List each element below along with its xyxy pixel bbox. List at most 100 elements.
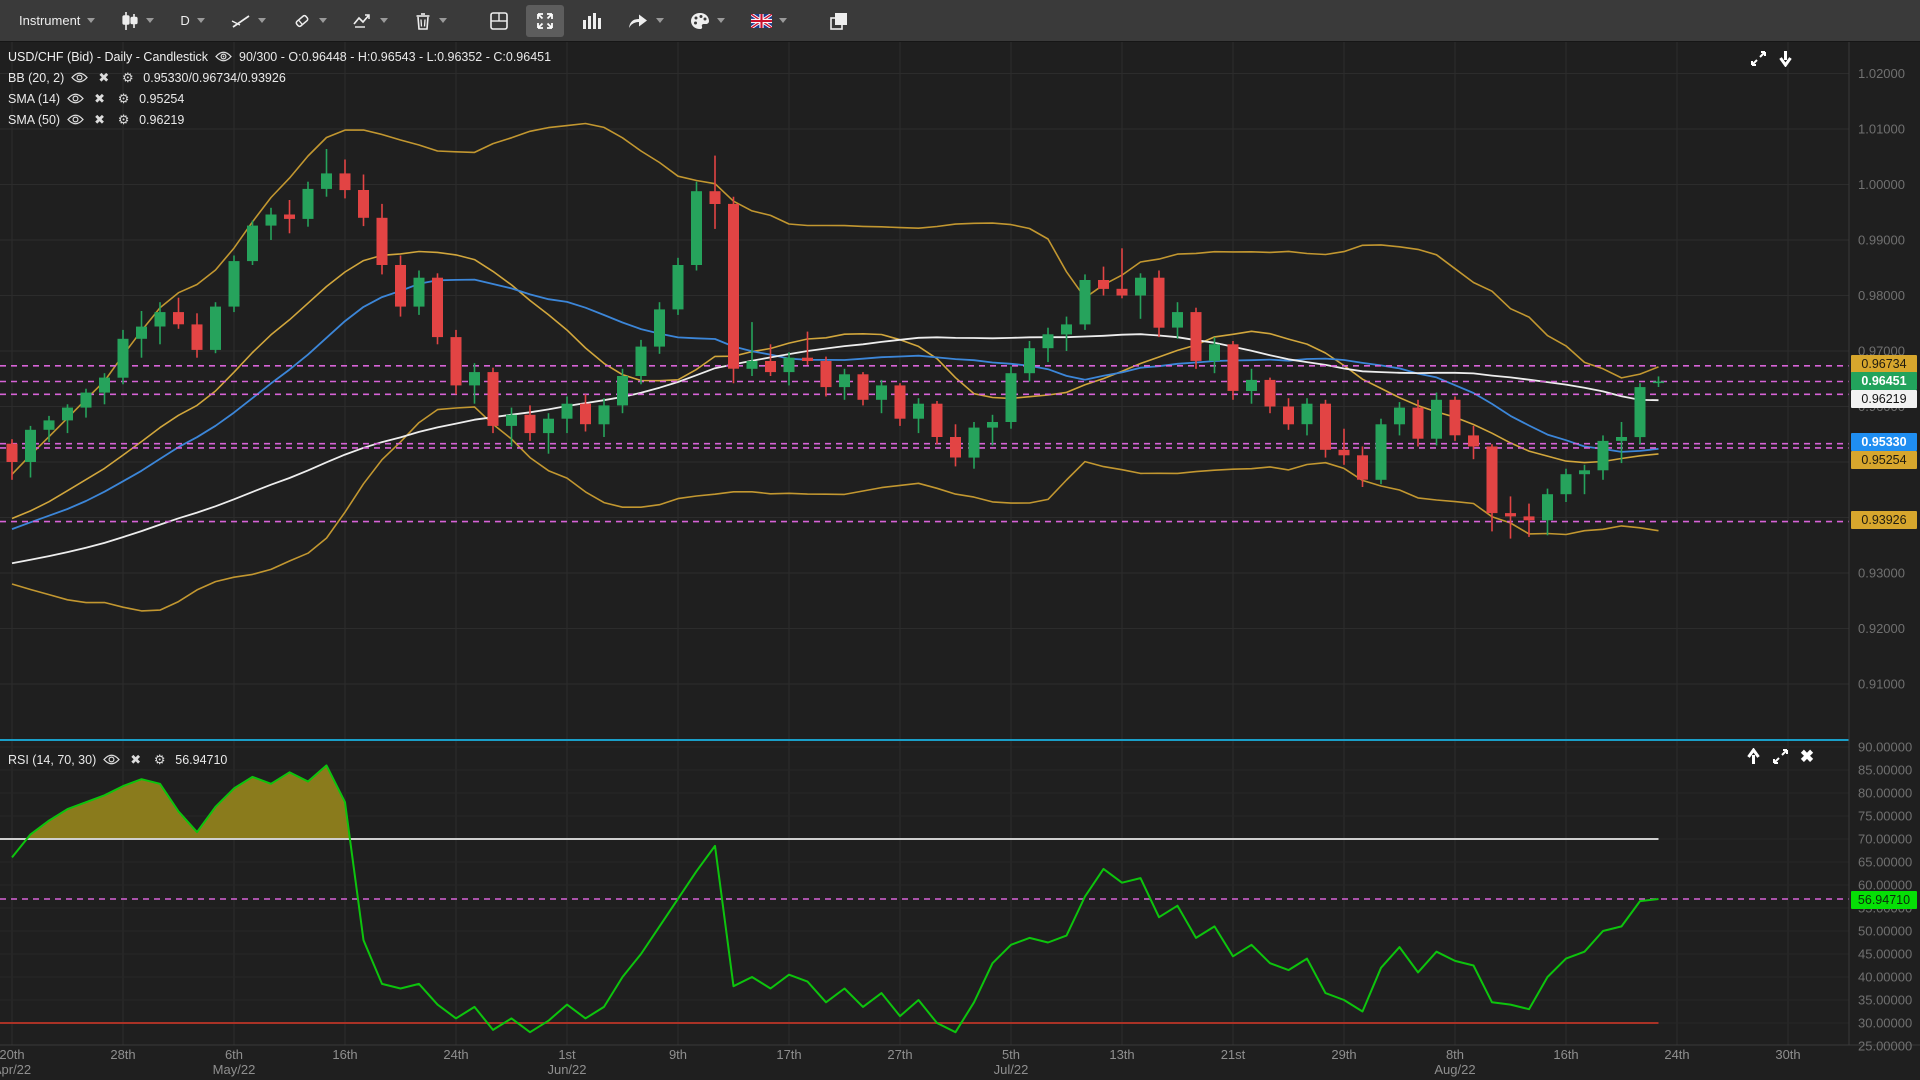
candle-body bbox=[1468, 435, 1479, 446]
eye-icon[interactable] bbox=[103, 753, 120, 767]
volume-bars-button[interactable] bbox=[572, 5, 610, 37]
indicator-row-rsi: RSI (14, 70, 30) ✖ ⚙ 56.94710 bbox=[8, 749, 227, 770]
expand-pane-icon[interactable] bbox=[1771, 748, 1789, 764]
drawing-tools-button[interactable] bbox=[283, 5, 336, 37]
candle-body bbox=[469, 372, 480, 385]
candle-body bbox=[876, 385, 887, 399]
candle-body bbox=[1524, 516, 1535, 520]
trash-icon bbox=[414, 11, 432, 31]
timeframe-button[interactable]: D bbox=[171, 5, 213, 37]
candle-body bbox=[321, 173, 332, 189]
candle-body bbox=[1246, 380, 1257, 391]
axis-label: 1.00000 bbox=[1858, 177, 1905, 192]
candle-body bbox=[1302, 404, 1313, 425]
current-price-tag: 0.96451 bbox=[1851, 372, 1917, 390]
move-pane-up-icon[interactable] bbox=[1744, 748, 1762, 764]
indicator-name: RSI (14, 70, 30) bbox=[8, 753, 96, 767]
expand-pane-icon[interactable] bbox=[1749, 50, 1767, 66]
axis-label: 16th bbox=[332, 1047, 357, 1062]
language-button[interactable] bbox=[742, 5, 796, 37]
candle-body bbox=[1265, 380, 1276, 407]
remove-indicator-icon[interactable]: ✖ bbox=[95, 71, 112, 85]
indicator-value: 56.94710 bbox=[175, 753, 227, 767]
candle-body bbox=[1450, 400, 1461, 436]
axis-label: 5th bbox=[1002, 1047, 1020, 1062]
candle-body bbox=[1487, 447, 1498, 514]
axis-label: 6th bbox=[225, 1047, 243, 1062]
axis-label: 80.00000 bbox=[1858, 786, 1912, 801]
candle-body bbox=[1653, 382, 1664, 384]
gear-icon[interactable]: ⚙ bbox=[151, 753, 168, 767]
eye-icon[interactable] bbox=[215, 50, 232, 64]
candle-body bbox=[858, 374, 869, 400]
candle-body bbox=[1080, 280, 1091, 324]
candle-body bbox=[1357, 455, 1368, 479]
gear-icon[interactable]: ⚙ bbox=[119, 71, 136, 85]
eye-icon[interactable] bbox=[67, 113, 84, 127]
close-pane-icon[interactable]: ✖ bbox=[1798, 748, 1816, 764]
axis-label: 70.00000 bbox=[1858, 832, 1912, 847]
price-chart-svg[interactable]: 1.020001.010001.000000.990000.980000.970… bbox=[0, 42, 1920, 1080]
trendline-icon bbox=[231, 12, 251, 30]
color-theme-button[interactable] bbox=[681, 5, 734, 37]
gear-icon[interactable]: ⚙ bbox=[115, 113, 132, 127]
axis-label: 16th bbox=[1553, 1047, 1578, 1062]
layout-grid-icon bbox=[489, 11, 509, 31]
axis-label: 24th bbox=[1664, 1047, 1689, 1062]
chart-area[interactable]: 1.020001.010001.000000.990000.980000.970… bbox=[0, 42, 1920, 1080]
toolbar: Instrument D bbox=[0, 0, 1920, 42]
candle-body bbox=[358, 190, 369, 218]
remove-indicator-icon[interactable]: ✖ bbox=[127, 753, 144, 767]
candle-body bbox=[229, 261, 240, 307]
candle-body bbox=[821, 361, 832, 387]
candle-body bbox=[192, 324, 203, 350]
instrument-selector[interactable]: Instrument bbox=[10, 5, 104, 37]
candle-body bbox=[1394, 408, 1405, 425]
candle-body bbox=[1320, 404, 1331, 450]
chart-type-button[interactable] bbox=[112, 5, 163, 37]
candle-body bbox=[303, 189, 314, 219]
axis-label: 30.00000 bbox=[1858, 1016, 1912, 1031]
candle-body bbox=[99, 378, 110, 393]
chevron-down-icon bbox=[197, 18, 205, 23]
axis-label: 24th bbox=[443, 1047, 468, 1062]
share-button[interactable] bbox=[618, 5, 673, 37]
candle-body bbox=[1191, 312, 1202, 361]
candle-body bbox=[691, 191, 702, 265]
chart-layout-button[interactable] bbox=[480, 5, 518, 37]
candle-body bbox=[562, 404, 573, 419]
candle-body bbox=[839, 374, 850, 387]
indicator-name: SMA (50) bbox=[8, 113, 60, 127]
eye-icon[interactable] bbox=[71, 71, 88, 85]
axis-label: 17th bbox=[776, 1047, 801, 1062]
candle-body bbox=[617, 376, 628, 405]
remove-indicator-icon[interactable]: ✖ bbox=[91, 92, 108, 106]
candle-body bbox=[414, 278, 425, 307]
sma14-tag: 0.95254 bbox=[1851, 451, 1917, 469]
chevron-down-icon bbox=[380, 18, 388, 23]
candle-body bbox=[1339, 450, 1350, 456]
candle-body bbox=[173, 312, 184, 324]
gear-icon[interactable]: ⚙ bbox=[115, 92, 132, 106]
chevron-down-icon bbox=[439, 18, 447, 23]
eye-icon[interactable] bbox=[67, 92, 84, 106]
trendline-tools-button[interactable] bbox=[222, 5, 275, 37]
axis-label: 27th bbox=[887, 1047, 912, 1062]
chevron-down-icon bbox=[656, 18, 664, 23]
chart-legend: USD/CHF (Bid) - Daily - Candlestick 90/3… bbox=[8, 46, 551, 130]
candle-body bbox=[599, 405, 610, 424]
collapse-down-icon[interactable] bbox=[1776, 50, 1794, 66]
indicator-row-bb: BB (20, 2) ✖ ⚙ 0.95330/0.96734/0.93926 bbox=[8, 67, 551, 88]
crosshair-mode-button[interactable] bbox=[526, 5, 564, 37]
delete-objects-button[interactable] bbox=[405, 5, 456, 37]
axis-label: 25.00000 bbox=[1858, 1039, 1912, 1054]
candle-body bbox=[1209, 344, 1220, 361]
windows-layout-button[interactable] bbox=[820, 5, 858, 37]
candle-body bbox=[765, 361, 776, 372]
axis-label: Aug/22 bbox=[1434, 1062, 1475, 1077]
candle-body bbox=[1135, 278, 1146, 296]
remove-indicator-icon[interactable]: ✖ bbox=[91, 113, 108, 127]
indicator-tools-button[interactable] bbox=[344, 5, 397, 37]
symbol-title: USD/CHF (Bid) - Daily - Candlestick bbox=[8, 50, 208, 64]
indicator-row-sma14: SMA (14) ✖ ⚙ 0.95254 bbox=[8, 88, 551, 109]
